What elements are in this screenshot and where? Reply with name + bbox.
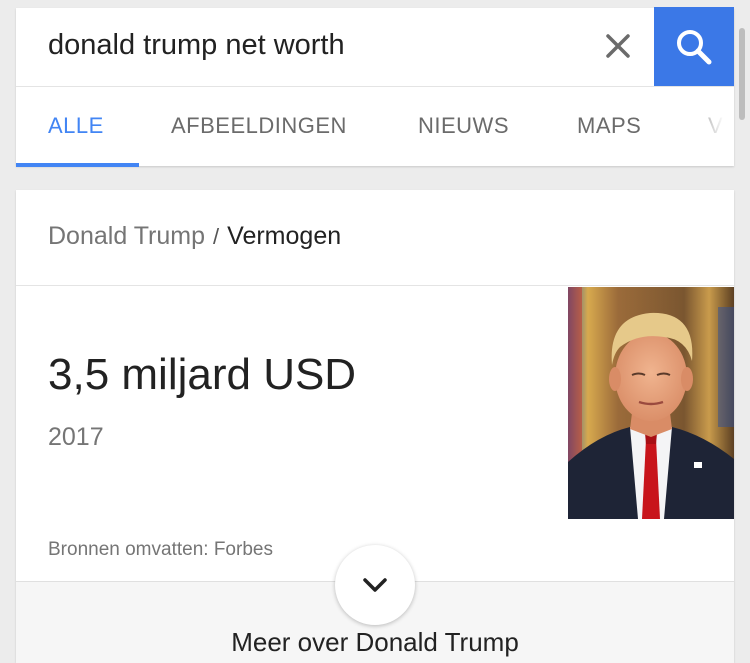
tab-maps[interactable]: MAPS <box>577 113 641 139</box>
chevron-down-icon <box>363 578 387 592</box>
search-input[interactable]: donald trump net worth <box>48 29 345 62</box>
answer-year: 2017 <box>48 423 104 451</box>
breadcrumb-separator: / <box>213 224 220 249</box>
divider <box>16 285 734 286</box>
breadcrumb-attribute: Vermogen <box>227 222 342 250</box>
sources-text: Bronnen omvatten: Forbes <box>48 539 273 560</box>
tab-afbeeldingen[interactable]: AFBEELDINGEN <box>171 113 347 139</box>
breadcrumb: Donald Trump / Vermogen <box>48 222 341 251</box>
clear-button[interactable] <box>600 28 636 64</box>
tab-alle[interactable]: ALLE <box>48 113 104 139</box>
answer-card: Donald Trump / Vermogen 3,5 miljard USD 20… <box>16 190 734 663</box>
answer-value: 3,5 miljard USD <box>48 350 357 399</box>
close-icon <box>606 34 630 58</box>
active-tab-indicator <box>16 163 139 167</box>
more-about-link[interactable]: Meer over Donald Trump <box>16 627 734 658</box>
search-bar: donald trump net worth <box>16 7 734 86</box>
tab-overflow-fade <box>684 87 734 166</box>
expand-button[interactable] <box>335 545 415 625</box>
search-button[interactable] <box>654 7 734 86</box>
tab-bar: ALLE AFBEELDINGEN NIEUWS MAPS VI <box>16 87 734 167</box>
search-icon <box>677 29 712 64</box>
portrait-image <box>568 287 734 519</box>
scrollbar[interactable] <box>739 28 745 120</box>
entity-photo[interactable] <box>568 287 734 519</box>
search-header: donald trump net worth ALLE AFBEELDINGEN… <box>16 7 734 167</box>
breadcrumb-entity[interactable]: Donald Trump <box>48 222 205 250</box>
tab-nieuws[interactable]: NIEUWS <box>418 113 509 139</box>
